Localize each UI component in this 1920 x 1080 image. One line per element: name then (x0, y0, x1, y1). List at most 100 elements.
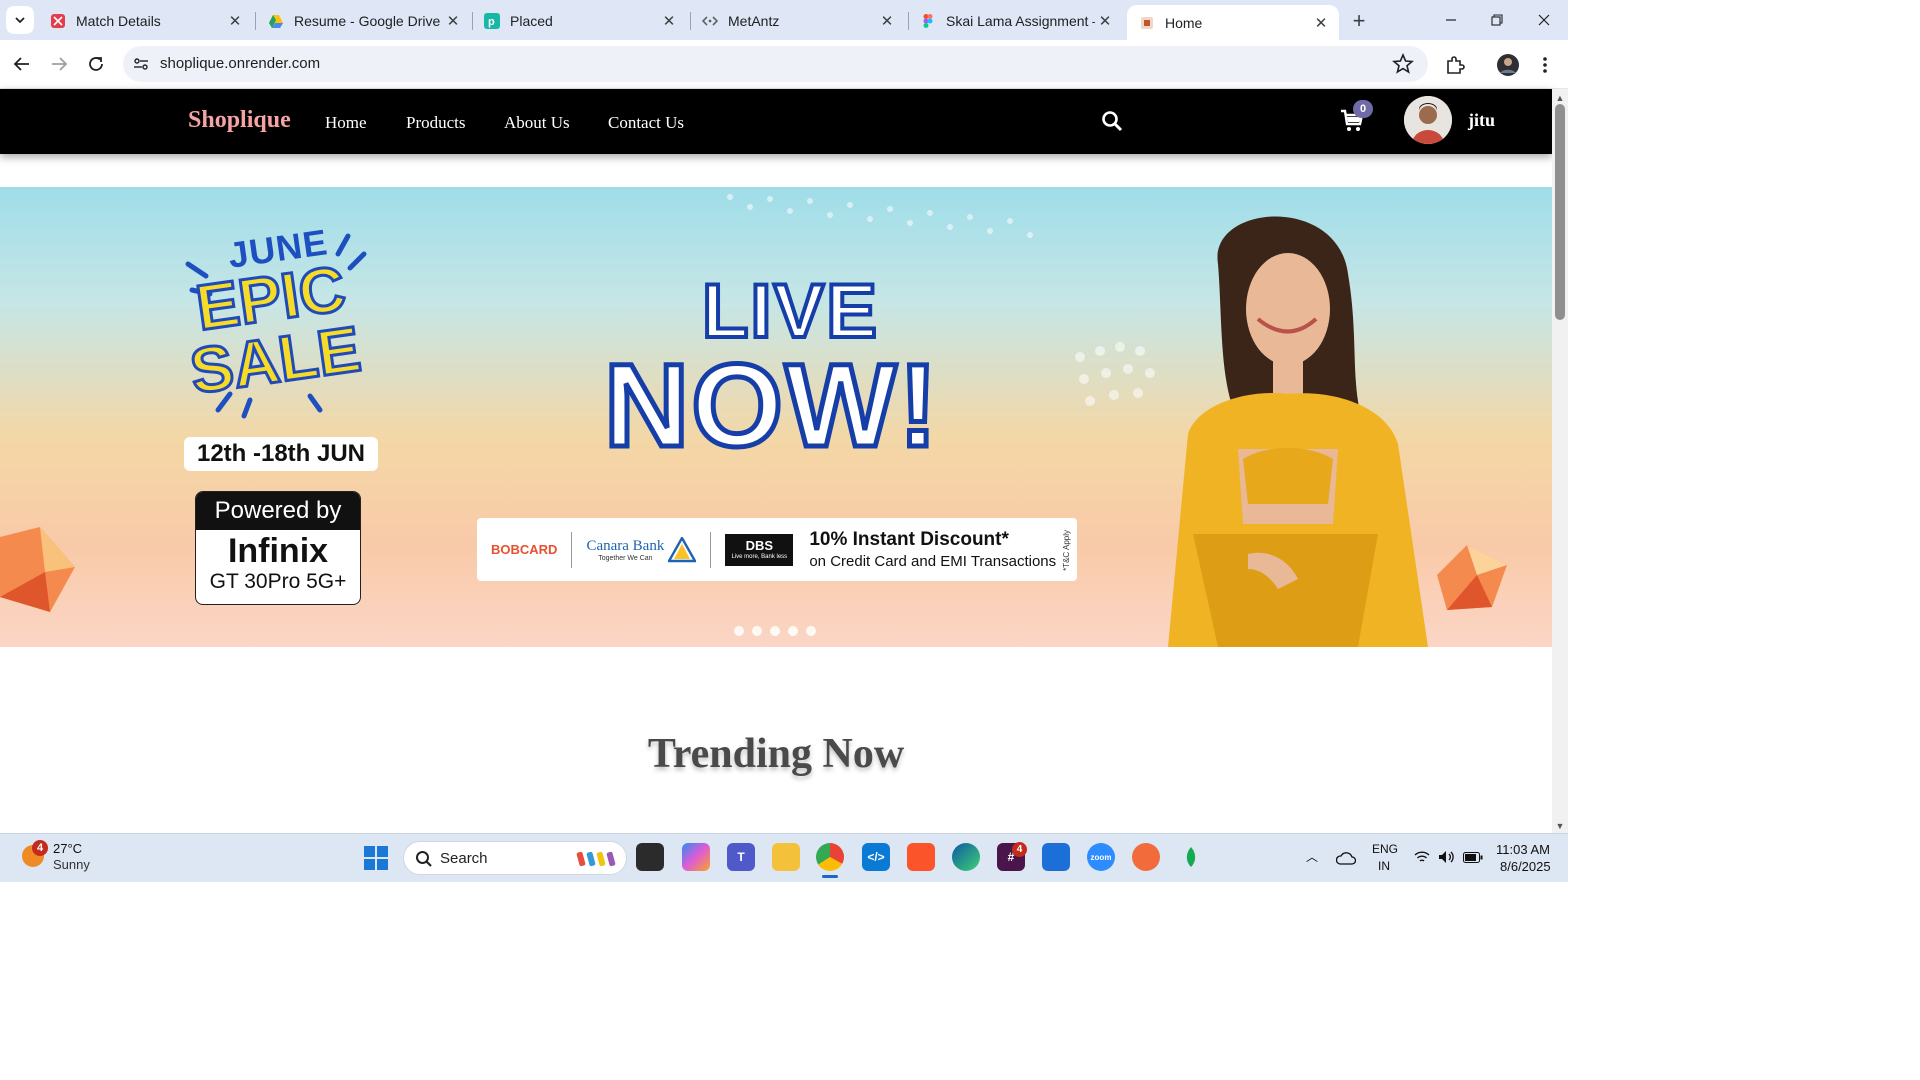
url-text[interactable]: shoplique.onrender.com (160, 55, 320, 72)
extensions-button[interactable] (1442, 52, 1468, 78)
arrow-left-icon (13, 57, 29, 71)
minimize-button[interactable] (1428, 6, 1474, 34)
taskbar-search[interactable]: Search (403, 841, 627, 875)
tab-skai-lama[interactable]: Skai Lama Assignment – Fi ✕ (908, 5, 1123, 36)
forward-button[interactable] (45, 50, 73, 78)
nav-about-link[interactable]: About Us (504, 113, 570, 133)
chevron-up-icon[interactable]: ︿ (1306, 848, 1318, 865)
site-logo[interactable]: Shoplique (188, 107, 291, 134)
close-window-button[interactable] (1521, 6, 1567, 34)
carousel-dot[interactable] (734, 626, 744, 636)
username-label[interactable]: jitu (1468, 110, 1495, 131)
shoplique-favicon-icon (1139, 15, 1155, 31)
file-explorer-icon[interactable] (772, 843, 800, 871)
weather-temperature[interactable]: 27°C (53, 841, 82, 856)
code-icon (702, 13, 718, 29)
scroll-down-icon[interactable]: ▼ (1554, 820, 1566, 832)
tab-match-details[interactable]: Match Details ✕ (38, 5, 253, 36)
reload-button[interactable] (82, 50, 110, 78)
carousel-dot[interactable] (770, 626, 780, 636)
chrome-icon[interactable] (816, 843, 844, 871)
browser-menu-button[interactable] (1532, 52, 1558, 78)
copilot-icon[interactable] (682, 843, 710, 871)
close-icon (1538, 14, 1550, 26)
profile-avatar[interactable] (1495, 52, 1521, 78)
tab-title: Skai Lama Assignment – Fi (946, 12, 1095, 29)
new-tab-button[interactable]: + (1346, 8, 1372, 34)
address-bar[interactable]: shoplique.onrender.com (123, 46, 1428, 82)
divider (710, 531, 712, 568)
user-avatar[interactable] (1404, 96, 1452, 144)
dbs-logo: DBS Live more, Bank less (725, 533, 794, 566)
onedrive-icon[interactable] (1336, 851, 1356, 865)
language-label[interactable]: ENG (1372, 842, 1398, 856)
browser-toolbar: shoplique.onrender.com (0, 40, 1568, 89)
vscode-icon[interactable]: </> (862, 843, 890, 871)
tab-search-button[interactable] (6, 6, 34, 34)
sponsor-model: GT 30Pro 5G+ (209, 570, 347, 593)
bobcard-logo: BOBCARD (491, 542, 558, 557)
region-label[interactable]: IN (1378, 859, 1390, 873)
start-button[interactable] (364, 846, 388, 870)
offer-text: 10% Instant Discount* on Credit Card and… (809, 529, 1056, 570)
nav-home-link[interactable]: Home (325, 113, 367, 133)
scroll-up-icon[interactable]: ▲ (1554, 92, 1566, 104)
restore-icon (1491, 14, 1503, 26)
figma-icon (920, 13, 936, 29)
carousel-dot[interactable] (752, 626, 762, 636)
restore-button[interactable] (1474, 6, 1520, 34)
windows-logo-pane (377, 859, 388, 870)
arrow-right-icon (52, 57, 68, 71)
nav-products-link[interactable]: Products (406, 113, 466, 133)
task-view-icon[interactable] (636, 843, 664, 871)
offer-subtitle: on Credit Card and EMI Transactions (809, 553, 1057, 570)
headline-now: NOW! (602, 338, 941, 475)
mongodb-compass-icon[interactable] (1177, 843, 1205, 871)
svg-text:p: p (488, 16, 495, 28)
brave-icon[interactable] (907, 843, 935, 871)
puzzle-icon (1447, 56, 1465, 74)
battery-icon[interactable] (1463, 852, 1483, 863)
zoom-icon[interactable]: zoom (1087, 843, 1115, 871)
leaf-icon (1186, 847, 1196, 867)
active-app-indicator (822, 875, 838, 878)
windows-logo-pane (364, 859, 375, 870)
edge-icon[interactable] (952, 843, 980, 871)
clock-date[interactable]: 8/6/2025 (1500, 859, 1551, 874)
slack-notification-badge: 4 (1012, 842, 1027, 857)
canara-bank-tagline: Together We Can (598, 554, 653, 562)
user-photo-icon (1404, 96, 1452, 144)
wifi-icon[interactable] (1414, 850, 1430, 864)
site-settings-icon[interactable] (133, 56, 149, 72)
clock-time[interactable]: 11:03 AM (1496, 842, 1550, 857)
nav-contact-link[interactable]: Contact Us (608, 113, 684, 133)
google-drive-icon (268, 13, 284, 29)
close-icon[interactable]: ✕ (1095, 11, 1115, 31)
carousel-dot[interactable] (788, 626, 798, 636)
carousel-dot[interactable] (806, 626, 816, 636)
close-icon[interactable]: ✕ (225, 11, 245, 31)
scrollbar-thumb[interactable] (1555, 104, 1565, 320)
microsoft-store-icon[interactable] (1042, 843, 1070, 871)
tab-title: Match Details (76, 12, 161, 29)
back-button[interactable] (8, 50, 36, 78)
terms-note: *T&C Apply (1062, 530, 1071, 571)
tab-home[interactable]: Home ✕ (1127, 5, 1339, 40)
close-icon[interactable]: ✕ (877, 11, 897, 31)
teams-icon[interactable]: T (727, 843, 755, 871)
profile-icon (1497, 54, 1519, 76)
postman-icon[interactable] (1132, 843, 1160, 871)
close-icon[interactable]: ✕ (443, 11, 463, 31)
bookmark-star-icon[interactable] (1392, 53, 1414, 75)
tab-metantz[interactable]: MetAntz ✕ (690, 5, 905, 36)
close-icon[interactable]: ✕ (659, 11, 679, 31)
volume-icon[interactable] (1438, 850, 1456, 864)
section-title: Trending Now (647, 731, 905, 777)
tab-placed[interactable]: p Placed ✕ (472, 5, 687, 36)
bank-offer-strip: BOBCARD Canara Bank Together We Can DBS … (477, 518, 1077, 581)
canara-bank-logo: Canara Bank Together We Can (586, 538, 664, 562)
weather-description[interactable]: Sunny (53, 857, 90, 872)
close-icon[interactable]: ✕ (1311, 13, 1331, 33)
search-icon[interactable] (1101, 110, 1123, 132)
tab-google-drive[interactable]: Resume - Google Drive ✕ (256, 5, 471, 36)
